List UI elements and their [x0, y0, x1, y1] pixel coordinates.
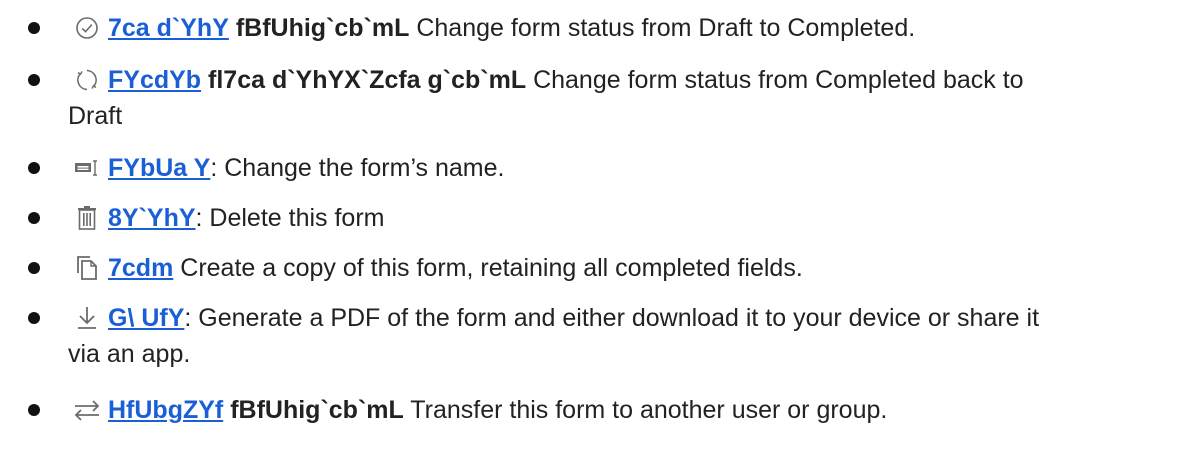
transfer-link[interactable]: HfUbgZYf [108, 396, 223, 424]
item-description: Create a copy of this form, retaining al… [173, 254, 803, 282]
complete-link[interactable]: 7ca d`YhY [108, 14, 229, 42]
item-text: 8Y`YhY: Delete this form [108, 200, 384, 236]
rename-link[interactable]: FYbUa Y [108, 154, 210, 182]
share-link[interactable]: G\ UfY [108, 304, 184, 332]
bullet [28, 404, 40, 416]
bullet [28, 262, 40, 274]
item-description-continuation: via an app. [68, 340, 191, 368]
copy-link[interactable]: 7cdm [108, 254, 173, 282]
item-text: FYbUa Y: Change the form’s name. [108, 150, 504, 186]
item-text: 7ca d`YhY fBfUhig`cb`mL Change form stat… [108, 10, 915, 46]
item-text: G\ UfY: Generate a PDF of the form and e… [108, 300, 1039, 336]
action-list: 7ca d`YhY fBfUhig`cb`mL Change form stat… [0, 0, 1196, 454]
item-bold-text: fl7ca d`YhYX`Zcfa g`cb`mL [208, 66, 527, 94]
item-description-continuation: Draft [68, 102, 123, 130]
item-text: FYcdYb fl7ca d`YhYX`Zcfa g`cb`mL Change … [108, 62, 1024, 98]
item-description: Change form status from Completed back t… [526, 66, 1024, 94]
list-item-reopen: FYcdYb fl7ca d`YhYX`Zcfa g`cb`mL Change … [0, 62, 1196, 134]
item-description: : Generate a PDF of the form and either … [184, 304, 1040, 332]
list-item-share: G\ UfY: Generate a PDF of the form and e… [0, 300, 1196, 372]
item-text: 7cdm Create a copy of this form, retaini… [108, 250, 803, 286]
bullet [28, 22, 40, 34]
delete-link[interactable]: 8Y`YhY [108, 204, 196, 232]
item-description: Change form status from Draft to Complet… [409, 14, 916, 42]
bullet [28, 312, 40, 324]
rename-icon [66, 150, 108, 186]
bullet [28, 162, 40, 174]
download-icon [66, 300, 108, 336]
item-description: : Delete this form [195, 204, 385, 232]
item-bold-text: fBfUhig`cb`mL [230, 396, 404, 424]
item-description: Transfer this form to another user or gr… [403, 396, 888, 424]
reopen-link[interactable]: FYcdYb [108, 66, 201, 94]
trash-icon [66, 200, 108, 236]
check-circle-icon [66, 10, 108, 46]
item-description: : Change the form’s name. [210, 154, 505, 182]
bullet [28, 74, 40, 86]
item-text: HfUbgZYf fBfUhig`cb`mL Transfer this for… [108, 392, 887, 428]
bullet [28, 212, 40, 224]
circular-arrows-icon [66, 62, 108, 98]
transfer-icon [66, 392, 108, 428]
copy-icon [66, 250, 108, 286]
item-bold-text: fBfUhig`cb`mL [235, 14, 410, 42]
